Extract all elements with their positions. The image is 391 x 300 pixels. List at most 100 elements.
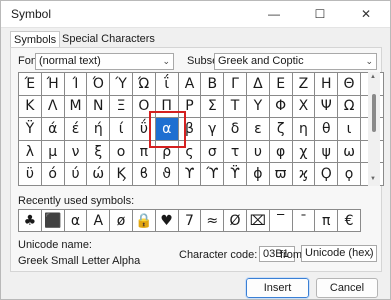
symbol-cell[interactable]: Σ [201,95,225,119]
recent-symbol-cell[interactable]: ‾ [269,210,293,232]
symbol-cell[interactable]: Β [201,73,225,96]
scroll-thumb[interactable] [372,94,376,132]
recent-symbol-cell[interactable]: Ø [224,210,247,232]
insert-button[interactable]: Insert [245,277,310,299]
symbol-cell[interactable]: Ψ [315,95,339,119]
tab-special-characters[interactable]: Special Characters [59,31,158,47]
symbol-cell[interactable]: ς [178,140,202,164]
symbol-cell[interactable]: Θ [338,73,361,96]
recent-symbol-cell[interactable]: ≈ [201,210,225,232]
symbol-cell[interactable]: Έ [19,73,42,96]
recent-symbol-cell[interactable]: ♣ [19,210,42,232]
symbol-cell[interactable]: μ [41,140,65,164]
symbol-cell[interactable]: Δ [246,73,270,96]
symbol-cell[interactable]: δ [224,118,247,141]
recent-symbol-cell[interactable]: ♥ [155,210,179,232]
symbol-cell[interactable]: α [148,111,186,148]
symbol-cell[interactable]: Μ [64,95,88,119]
symbol-cell[interactable]: Ω [338,95,361,119]
symbol-cell[interactable]: Ξ [110,95,133,119]
symbol-cell[interactable]: ϑ [155,163,179,186]
font-select[interactable]: (normal text) ⌄ [35,53,174,70]
symbol-cell[interactable]: ϔ [224,163,247,186]
symbol-cell[interactable]: τ [224,140,247,164]
symbol-cell[interactable]: Τ [224,95,247,119]
symbol-cell[interactable]: β [178,118,202,141]
symbol-cell[interactable]: ε [246,118,270,141]
subset-select[interactable]: Greek and Coptic ⌄ [214,53,377,70]
symbol-cell[interactable]: Ύ [110,73,133,96]
symbol-cell[interactable]: Λ [41,95,65,119]
symbol-cell[interactable]: ω [338,140,361,164]
from-select[interactable]: Unicode (hex) ⌄ [301,245,377,262]
recent-symbol-cell[interactable]: π [315,210,339,232]
symbol-cell[interactable]: Ρ [178,95,202,119]
symbol-cell[interactable]: ϓ [201,163,225,186]
symbol-cell[interactable]: ά [41,118,65,141]
symbol-cell[interactable]: χ [292,140,316,164]
symbol-cell[interactable]: ϐ [132,163,156,186]
symbol-cell[interactable]: Γ [224,73,247,96]
symbol-cell[interactable]: ϙ [338,163,361,186]
symbol-cell[interactable]: ξ [87,140,111,164]
symbol-cell[interactable]: Ο [132,95,156,119]
symbol-cell[interactable]: Ϙ [315,163,339,186]
symbol-cell[interactable]: Υ [246,95,270,119]
symbol-cell[interactable]: ϋ [19,163,42,186]
symbol-cell[interactable]: ΐ [155,73,179,96]
symbol-cell[interactable]: ύ [64,163,88,186]
symbol-cell[interactable]: Ϗ [110,163,133,186]
symbol-cell[interactable]: ρ [155,140,179,164]
scroll-up-icon[interactable]: ▲ [370,74,376,80]
recent-symbol-cell[interactable]: ⬛ [41,210,65,232]
symbol-cell[interactable]: ΰ [132,118,156,141]
cancel-button[interactable]: Cancel [316,278,378,298]
recent-symbol-cell[interactable]: 7 [178,210,202,232]
symbol-cell[interactable]: ϖ [269,163,293,186]
symbol-cell[interactable]: έ [64,118,88,141]
symbol-cell[interactable]: ί [110,118,133,141]
symbol-cell[interactable]: θ [315,118,339,141]
symbol-cell[interactable]: Ί [64,73,88,96]
recent-symbol-cell[interactable]: 🔒 [132,210,156,232]
symbol-cell[interactable]: ζ [269,118,293,141]
symbol-cell[interactable]: ώ [87,163,111,186]
recent-symbol-cell[interactable]: ø [110,210,133,232]
symbol-cell[interactable]: Π [155,95,179,119]
symbol-cell[interactable]: Ό [87,73,111,96]
symbol-cell[interactable]: ι [338,118,361,141]
symbol-cell[interactable]: ϒ [178,163,202,186]
symbol-cell[interactable]: γ [201,118,225,141]
close-icon[interactable]: ✕ [343,1,389,27]
symbol-cell[interactable]: ϗ [292,163,316,186]
minimize-icon[interactable]: — [251,1,297,27]
symbol-cell[interactable]: ϕ [246,163,270,186]
symbol-cell[interactable]: Ν [87,95,111,119]
symbol-grid-scrollbar[interactable]: ▲ ▼ [368,72,380,186]
symbol-cell[interactable]: π [132,140,156,164]
symbol-cell[interactable]: ή [87,118,111,141]
symbol-cell[interactable]: Χ [292,95,316,119]
recent-symbol-cell[interactable]: ⌧ [246,210,270,232]
symbol-cell[interactable]: υ [246,140,270,164]
symbol-cell[interactable]: Κ [19,95,42,119]
symbol-cell[interactable]: Ϋ [19,118,42,141]
symbol-cell[interactable]: Φ [269,95,293,119]
scroll-down-icon[interactable]: ▼ [370,176,376,182]
symbol-cell[interactable]: Α [178,73,202,96]
recent-symbol-cell[interactable]: € [338,210,361,232]
symbol-cell[interactable]: η [292,118,316,141]
recent-symbol-cell[interactable]: α [64,210,88,232]
symbol-cell[interactable]: Η [315,73,339,96]
maximize-icon[interactable]: ☐ [297,1,343,27]
symbol-cell[interactable]: ο [110,140,133,164]
symbol-cell[interactable]: Ζ [292,73,316,96]
recent-symbol-cell[interactable]: ¯ [292,210,316,232]
symbol-cell[interactable]: ό [41,163,65,186]
symbol-cell[interactable]: φ [269,140,293,164]
tab-symbols[interactable]: Symbols [10,31,61,47]
recent-symbol-cell[interactable]: Α [87,210,111,232]
symbol-cell[interactable]: ν [64,140,88,164]
symbol-cell[interactable]: Ε [269,73,293,96]
symbol-cell[interactable]: λ [19,140,42,164]
